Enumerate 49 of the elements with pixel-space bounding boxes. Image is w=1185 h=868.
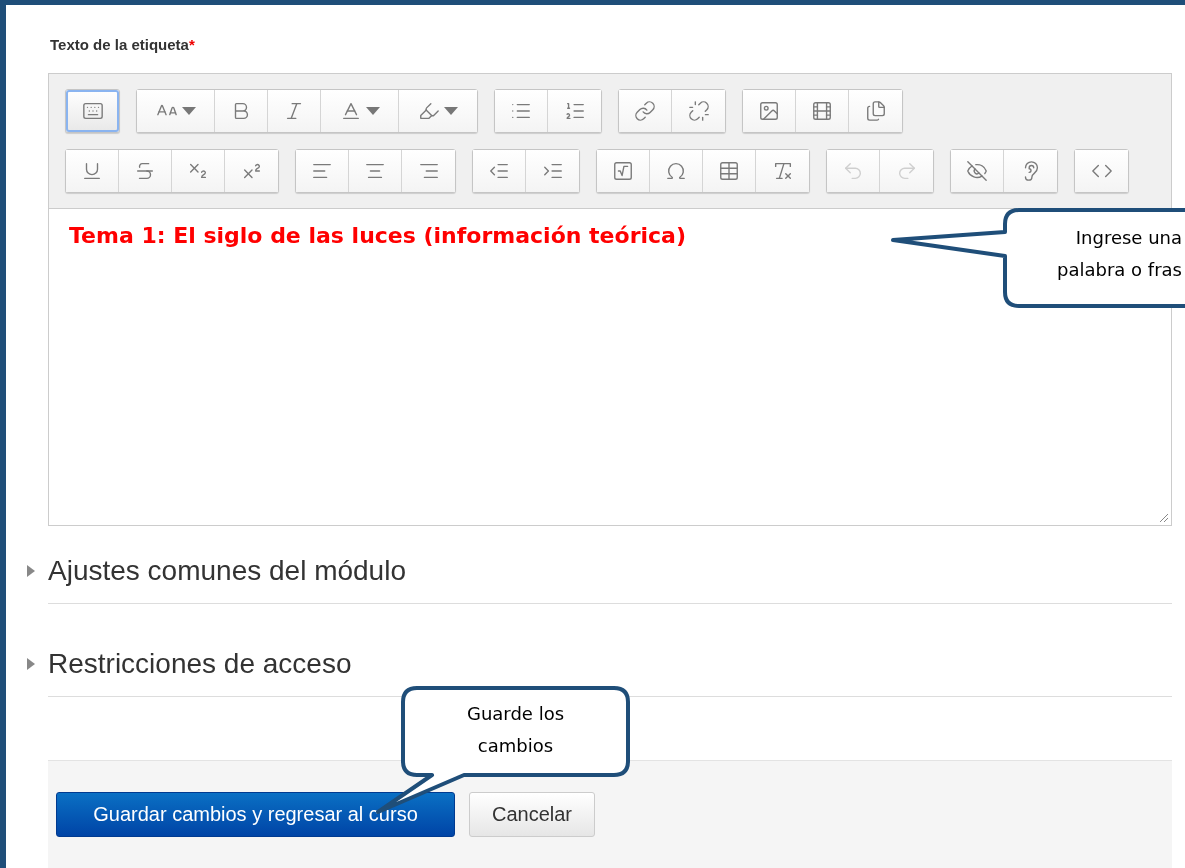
caret-icon [365, 107, 380, 116]
indent-button[interactable] [526, 150, 579, 193]
unlink-button[interactable] [672, 90, 725, 133]
field-label: Texto de la etiqueta* [49, 35, 196, 55]
outdent-button[interactable] [473, 150, 526, 193]
numbered-list-button[interactable] [548, 90, 601, 133]
keyboard-button[interactable] [66, 90, 119, 133]
strikethrough-button[interactable] [119, 150, 172, 193]
image-button[interactable] [743, 90, 796, 133]
code-button[interactable] [1075, 150, 1128, 193]
table-icon [718, 160, 740, 183]
files-button[interactable] [849, 90, 902, 133]
callout-text: Guarde los cambios [465, 702, 566, 758]
film-icon [811, 100, 833, 123]
link-icon [634, 100, 656, 123]
align-center-button[interactable] [349, 150, 402, 193]
caret-icon [181, 107, 196, 116]
square-root-icon [612, 160, 634, 183]
section-header[interactable]: Ajustes comunes del módulo [48, 553, 406, 589]
bold-button[interactable] [215, 90, 268, 133]
resize-grip-icon [1159, 513, 1169, 523]
subscript-button[interactable] [172, 150, 225, 193]
editor-heading: Tema 1: El siglo de las luces (información teórica) [69, 223, 686, 249]
highlighter-button[interactable] [399, 90, 477, 133]
image-icon [758, 100, 780, 123]
italic-button[interactable] [268, 90, 321, 133]
unlink-icon [687, 100, 710, 123]
align-left-button[interactable] [296, 150, 349, 193]
callout-text: Ingrese una palabra o fras [1056, 226, 1182, 282]
eye-off-icon [966, 160, 988, 183]
clear-formatting-button[interactable] [756, 150, 809, 193]
save-button[interactable]: Guardar cambios y regresar al curso [56, 792, 455, 837]
text-color-button[interactable] [321, 90, 399, 133]
superscript-button[interactable] [225, 150, 278, 193]
font-size-button[interactable] [137, 90, 215, 133]
section-header[interactable]: Restricciones de acceso [48, 646, 352, 682]
link-button[interactable] [619, 90, 672, 133]
omega-button[interactable] [650, 150, 703, 193]
underline-button[interactable] [66, 150, 119, 193]
cancel-button[interactable]: Cancelar [469, 792, 595, 837]
ear-button[interactable] [1004, 150, 1057, 193]
files-icon [864, 100, 887, 123]
film-button[interactable] [796, 90, 849, 133]
eye-off-button[interactable] [951, 150, 1004, 193]
square-root-button[interactable] [597, 150, 650, 193]
bullet-list-button[interactable] [495, 90, 548, 133]
align-right-button[interactable] [402, 150, 455, 193]
caret-icon [444, 107, 458, 116]
table-button[interactable] [703, 150, 756, 193]
